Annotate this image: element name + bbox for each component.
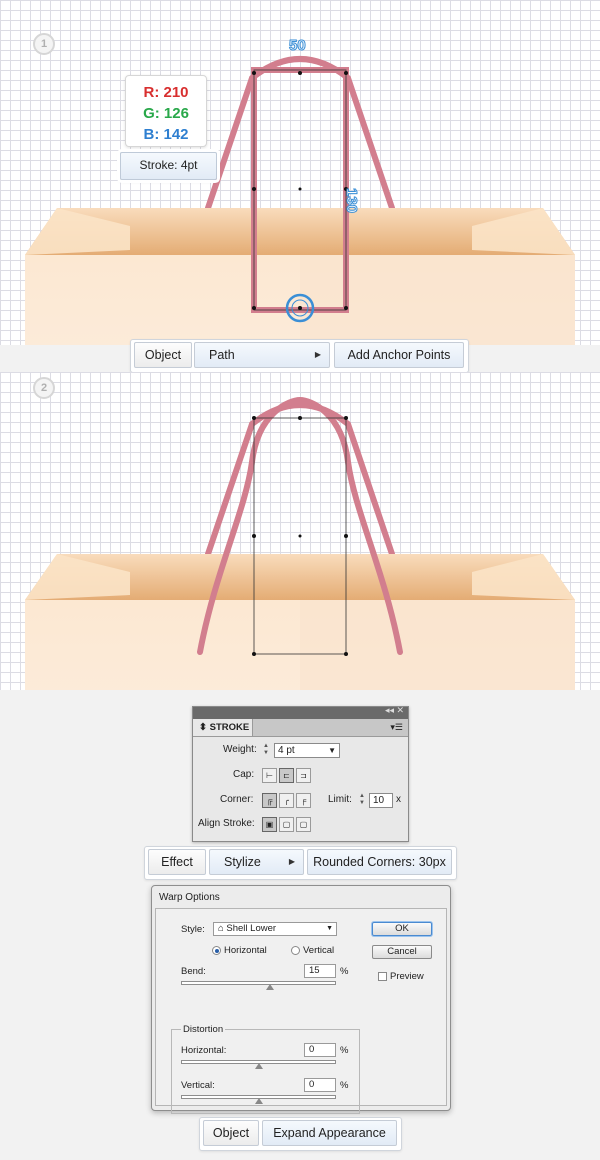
horizontal-label: Horizontal xyxy=(224,945,267,956)
object-menu[interactable]: Object xyxy=(134,342,192,368)
chevron-down-icon: ▼ xyxy=(328,746,336,755)
step1-canvas: 1 50 130 R: 210 G: 126 B: 142 Stroke: 4p… xyxy=(0,0,600,345)
bend-slider[interactable] xyxy=(181,981,336,985)
distortion-vertical-label: Vertical: xyxy=(181,1080,215,1091)
distortion-horizontal-percent: % xyxy=(340,1045,349,1056)
green-value: G: 126 xyxy=(143,105,189,122)
red-value: R: 210 xyxy=(143,84,189,101)
ok-button[interactable]: OK xyxy=(372,922,432,936)
object-expand-menu-bar: Object Expand Appearance xyxy=(199,1117,402,1151)
round-cap-button[interactable]: ⊏ xyxy=(279,768,294,783)
butt-cap-button[interactable]: ⊢ xyxy=(262,768,277,783)
limit-unit: x xyxy=(396,794,401,805)
submenu-arrow-icon: ▶ xyxy=(314,350,321,359)
miter-join-button[interactable]: ╔ xyxy=(262,793,277,808)
projecting-cap-button[interactable]: ⊐ xyxy=(296,768,311,783)
weight-spinner-icon[interactable]: ▲ ▼ xyxy=(262,743,270,758)
chevron-down-icon: ▼ xyxy=(326,925,333,932)
step2-artwork xyxy=(25,396,575,690)
distortion-label: Distortion xyxy=(181,1024,226,1035)
weight-label: Weight: xyxy=(223,744,257,755)
bend-percent: % xyxy=(340,966,349,977)
stroke-panel: ◂◂ ✕ ⬍ STROKE ▾☰ Weight: ▲ ▼ 4 pt ▼ Cap: ⊢ … xyxy=(192,705,409,842)
tab-stroke[interactable]: ⬍ STROKE xyxy=(193,719,253,736)
cancel-button[interactable]: Cancel xyxy=(372,945,432,959)
distortion-vertical-input[interactable]: 0 xyxy=(304,1078,336,1092)
stylize-label: Stylize xyxy=(224,855,261,869)
height-dimension: 130 xyxy=(343,188,361,214)
limit-input[interactable]: 10 xyxy=(369,793,393,808)
align-center-button[interactable]: ▣ xyxy=(262,817,277,832)
align-stroke-label: Align Stroke: xyxy=(198,818,255,829)
close-icon[interactable]: ✕ xyxy=(396,705,404,716)
warp-options-dialog: Warp Options Style: ⌂ Shell Lower ▼ Hori… xyxy=(151,885,451,1114)
distortion-horizontal-input[interactable]: 0 xyxy=(304,1043,336,1057)
align-inside-button[interactable]: ▢ xyxy=(279,817,294,832)
blue-value: B: 142 xyxy=(143,126,189,143)
effect-menu-bar: Effect Stylize ▶ Rounded Corners: 30px xyxy=(144,846,457,880)
cap-label: Cap: xyxy=(233,769,255,780)
collapse-icon[interactable]: ◂◂ xyxy=(385,705,394,716)
color-values-card: R: 210 G: 126 B: 142 xyxy=(125,75,207,147)
distortion-horizontal-thumb[interactable] xyxy=(254,1063,263,1069)
object-menu[interactable]: Object xyxy=(203,1120,259,1146)
shell-lower-icon: ⌂ xyxy=(218,923,224,934)
vertical-label: Vertical xyxy=(303,945,335,956)
bend-label: Bend: xyxy=(181,966,206,977)
bend-input[interactable]: 15 xyxy=(304,964,336,978)
rounded-corners-item[interactable]: Rounded Corners: 30px xyxy=(307,849,452,875)
bag-handle xyxy=(205,56,395,211)
distortion-vertical-thumb[interactable] xyxy=(254,1098,263,1104)
style-label: Style: xyxy=(181,924,205,935)
panel-menu-icon[interactable]: ▾☰ xyxy=(390,722,403,733)
expand-appearance-item[interactable]: Expand Appearance xyxy=(262,1120,397,1146)
path-menu-item[interactable]: Path ▶ xyxy=(194,342,330,368)
step1-menu-bar: Object Path ▶ Add Anchor Points xyxy=(130,339,469,373)
limit-spinner-icon[interactable]: ▲ ▼ xyxy=(358,793,366,808)
corner-label: Corner: xyxy=(220,794,254,805)
vertical-radio[interactable] xyxy=(291,946,300,955)
step2-canvas: 2 xyxy=(0,372,600,690)
distortion-group xyxy=(171,1029,360,1114)
stylize-menu-item[interactable]: Stylize ▶ xyxy=(209,849,304,875)
bevel-join-button[interactable]: ╒ xyxy=(296,793,311,808)
limit-label: Limit: xyxy=(328,794,352,805)
style-dropdown[interactable]: ⌂ Shell Lower ▼ xyxy=(213,922,337,936)
distortion-horizontal-label: Horizontal: xyxy=(181,1045,227,1056)
weight-dropdown[interactable]: 4 pt ▼ xyxy=(274,743,340,758)
align-outside-button[interactable]: ▢ xyxy=(296,817,311,832)
add-anchor-points-item[interactable]: Add Anchor Points xyxy=(334,342,464,368)
bend-slider-thumb[interactable] xyxy=(266,984,275,990)
submenu-arrow-icon: ▶ xyxy=(288,857,295,866)
stroke-weight-label: Stroke: 4pt xyxy=(120,152,217,180)
horizontal-radio[interactable] xyxy=(212,946,221,955)
preview-checkbox[interactable] xyxy=(378,972,387,981)
round-join-button[interactable]: ╭ xyxy=(279,793,294,808)
preview-label: Preview xyxy=(390,971,424,982)
effect-menu[interactable]: Effect xyxy=(148,849,206,875)
dialog-title: Warp Options xyxy=(159,892,220,903)
width-dimension: 50 xyxy=(289,37,307,55)
path-label: Path xyxy=(209,348,235,362)
distortion-vertical-percent: % xyxy=(340,1080,349,1091)
